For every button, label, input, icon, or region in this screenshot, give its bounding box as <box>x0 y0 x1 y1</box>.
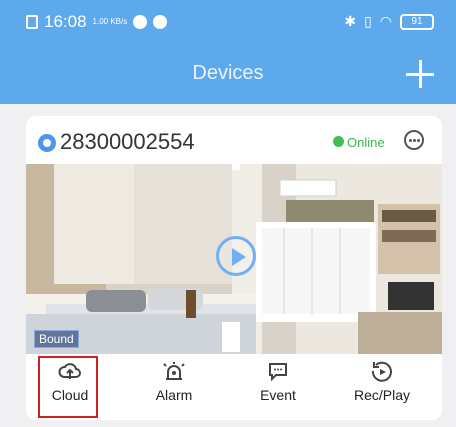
battery-indicator: 91 <box>400 13 434 30</box>
playback-icon <box>371 361 392 382</box>
cloud-label: Cloud <box>51 387 89 403</box>
status-bar: 16:08 1.00 KB/s ✱ ▯ ◠ 91 <box>0 0 456 52</box>
cloud-upload-icon <box>58 363 81 379</box>
notification-icon <box>133 15 148 29</box>
sim-icon <box>26 15 38 29</box>
device-actions: Cloud Alarm Event Rec/Play <box>26 356 442 420</box>
device-status: Online <box>347 135 385 150</box>
dot-icon <box>417 139 420 142</box>
rec-play-label: Rec/Play <box>353 387 411 403</box>
rec-play-button[interactable]: Rec/Play <box>330 356 434 420</box>
status-right: ✱ ▯ ◠ 91 <box>344 13 434 30</box>
cloud-button[interactable]: Cloud <box>26 356 122 420</box>
alarm-label: Alarm <box>155 387 193 403</box>
device-card-header: 28300002554 Online <box>26 116 442 166</box>
event-label: Event <box>260 387 296 403</box>
event-icon <box>269 363 287 382</box>
vibrate-icon: ▯ <box>364 13 372 29</box>
network-speed: 1.00 KB/s <box>92 17 128 26</box>
online-dot <box>333 136 344 147</box>
add-device-button[interactable] <box>406 60 434 88</box>
alarm-icon <box>163 362 185 380</box>
camera-preview[interactable]: Bound <box>26 164 442 354</box>
status-left: 16:08 1.00 KB/s <box>26 12 168 32</box>
event-button[interactable]: Event <box>226 356 330 420</box>
bluetooth-icon: ✱ <box>344 13 357 29</box>
play-button[interactable] <box>216 236 256 276</box>
dot-icon <box>409 139 412 142</box>
camera-icon <box>38 134 56 152</box>
dot-icon <box>413 139 416 142</box>
bound-badge: Bound <box>34 330 79 348</box>
app-header: Devices <box>0 52 456 104</box>
more-options-button[interactable] <box>404 130 424 150</box>
app-icon <box>153 15 168 29</box>
status-time: 16:08 <box>44 12 87 31</box>
device-id: 28300002554 <box>60 129 195 154</box>
alarm-button[interactable]: Alarm <box>122 356 226 420</box>
device-card[interactable]: 28300002554 Online Bound Cloud Alarm Eve… <box>26 116 442 420</box>
wifi-icon: ◠ <box>379 13 392 29</box>
page-title: Devices <box>192 62 264 84</box>
